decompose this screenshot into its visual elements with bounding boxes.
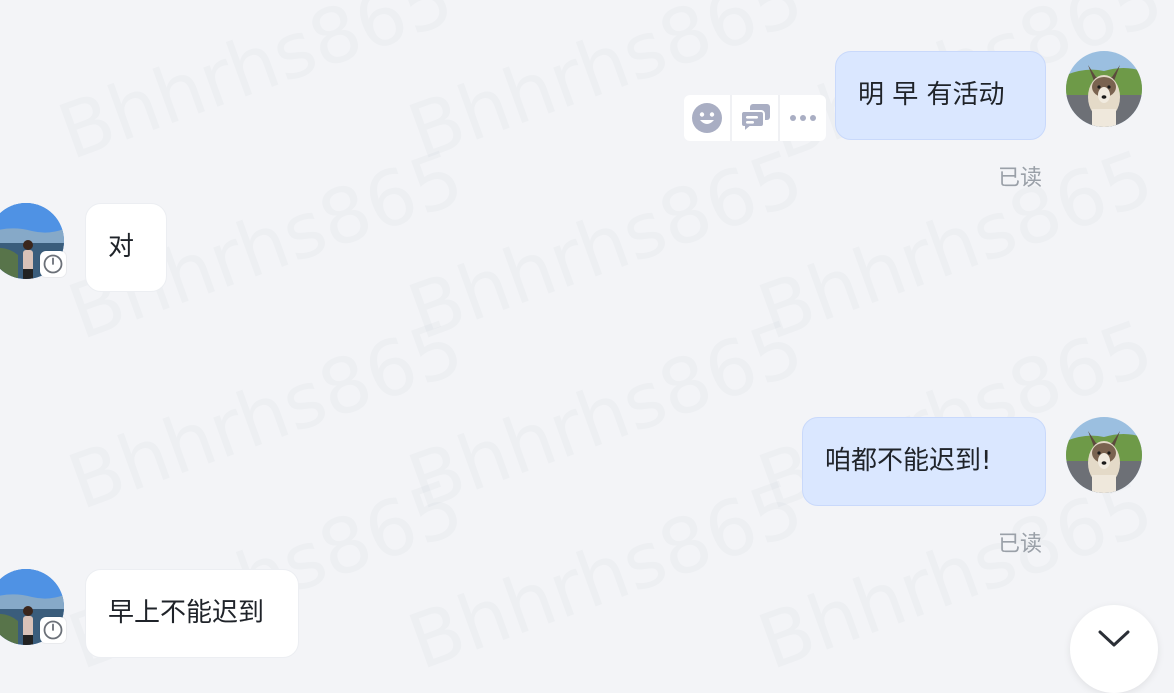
emoji-reaction-button[interactable] — [684, 95, 730, 141]
more-button[interactable] — [780, 95, 826, 141]
avatar[interactable] — [1066, 417, 1142, 493]
more-icon — [790, 115, 816, 121]
message-action-bar — [684, 95, 826, 141]
watermark: Bhhrhs865 — [47, 0, 465, 177]
watermark: Bhhrhs865 — [397, 0, 815, 177]
message-bubble[interactable]: 早上不能迟到 — [85, 569, 299, 658]
clock-icon — [43, 620, 63, 640]
reply-thread-button[interactable] — [732, 95, 778, 141]
clock-icon — [43, 254, 63, 274]
dog-avatar — [1066, 51, 1142, 127]
message-text: 明 早 有活动 — [858, 80, 1005, 110]
message-bubble[interactable]: 咱都不能迟到! — [802, 417, 1046, 506]
reply-thread-icon — [740, 104, 770, 134]
status-badge — [40, 617, 66, 643]
read-status: 已读 — [997, 166, 1042, 191]
watermark: Bhhrhs865 — [397, 462, 815, 687]
emoji-reaction-icon — [692, 103, 722, 133]
avatar[interactable] — [1066, 51, 1142, 127]
chevron-down-icon — [1098, 630, 1130, 647]
watermark: Bhhrhs865 — [747, 132, 1165, 357]
dog-avatar — [1066, 417, 1142, 493]
status-badge — [40, 251, 66, 277]
message-text: 对 — [108, 232, 135, 262]
watermark: Bhhrhs865 — [397, 132, 815, 357]
scroll-to-bottom-button[interactable] — [1070, 605, 1158, 693]
watermark: Bhhrhs865 — [397, 302, 815, 527]
watermark: Bhhrhs865 — [57, 302, 475, 527]
message-bubble[interactable]: 对 — [85, 203, 167, 292]
read-status: 已读 — [997, 532, 1042, 557]
message-text: 咱都不能迟到! — [825, 446, 992, 476]
message-bubble[interactable]: 明 早 有活动 — [835, 51, 1046, 140]
message-text: 早上不能迟到 — [108, 598, 265, 628]
